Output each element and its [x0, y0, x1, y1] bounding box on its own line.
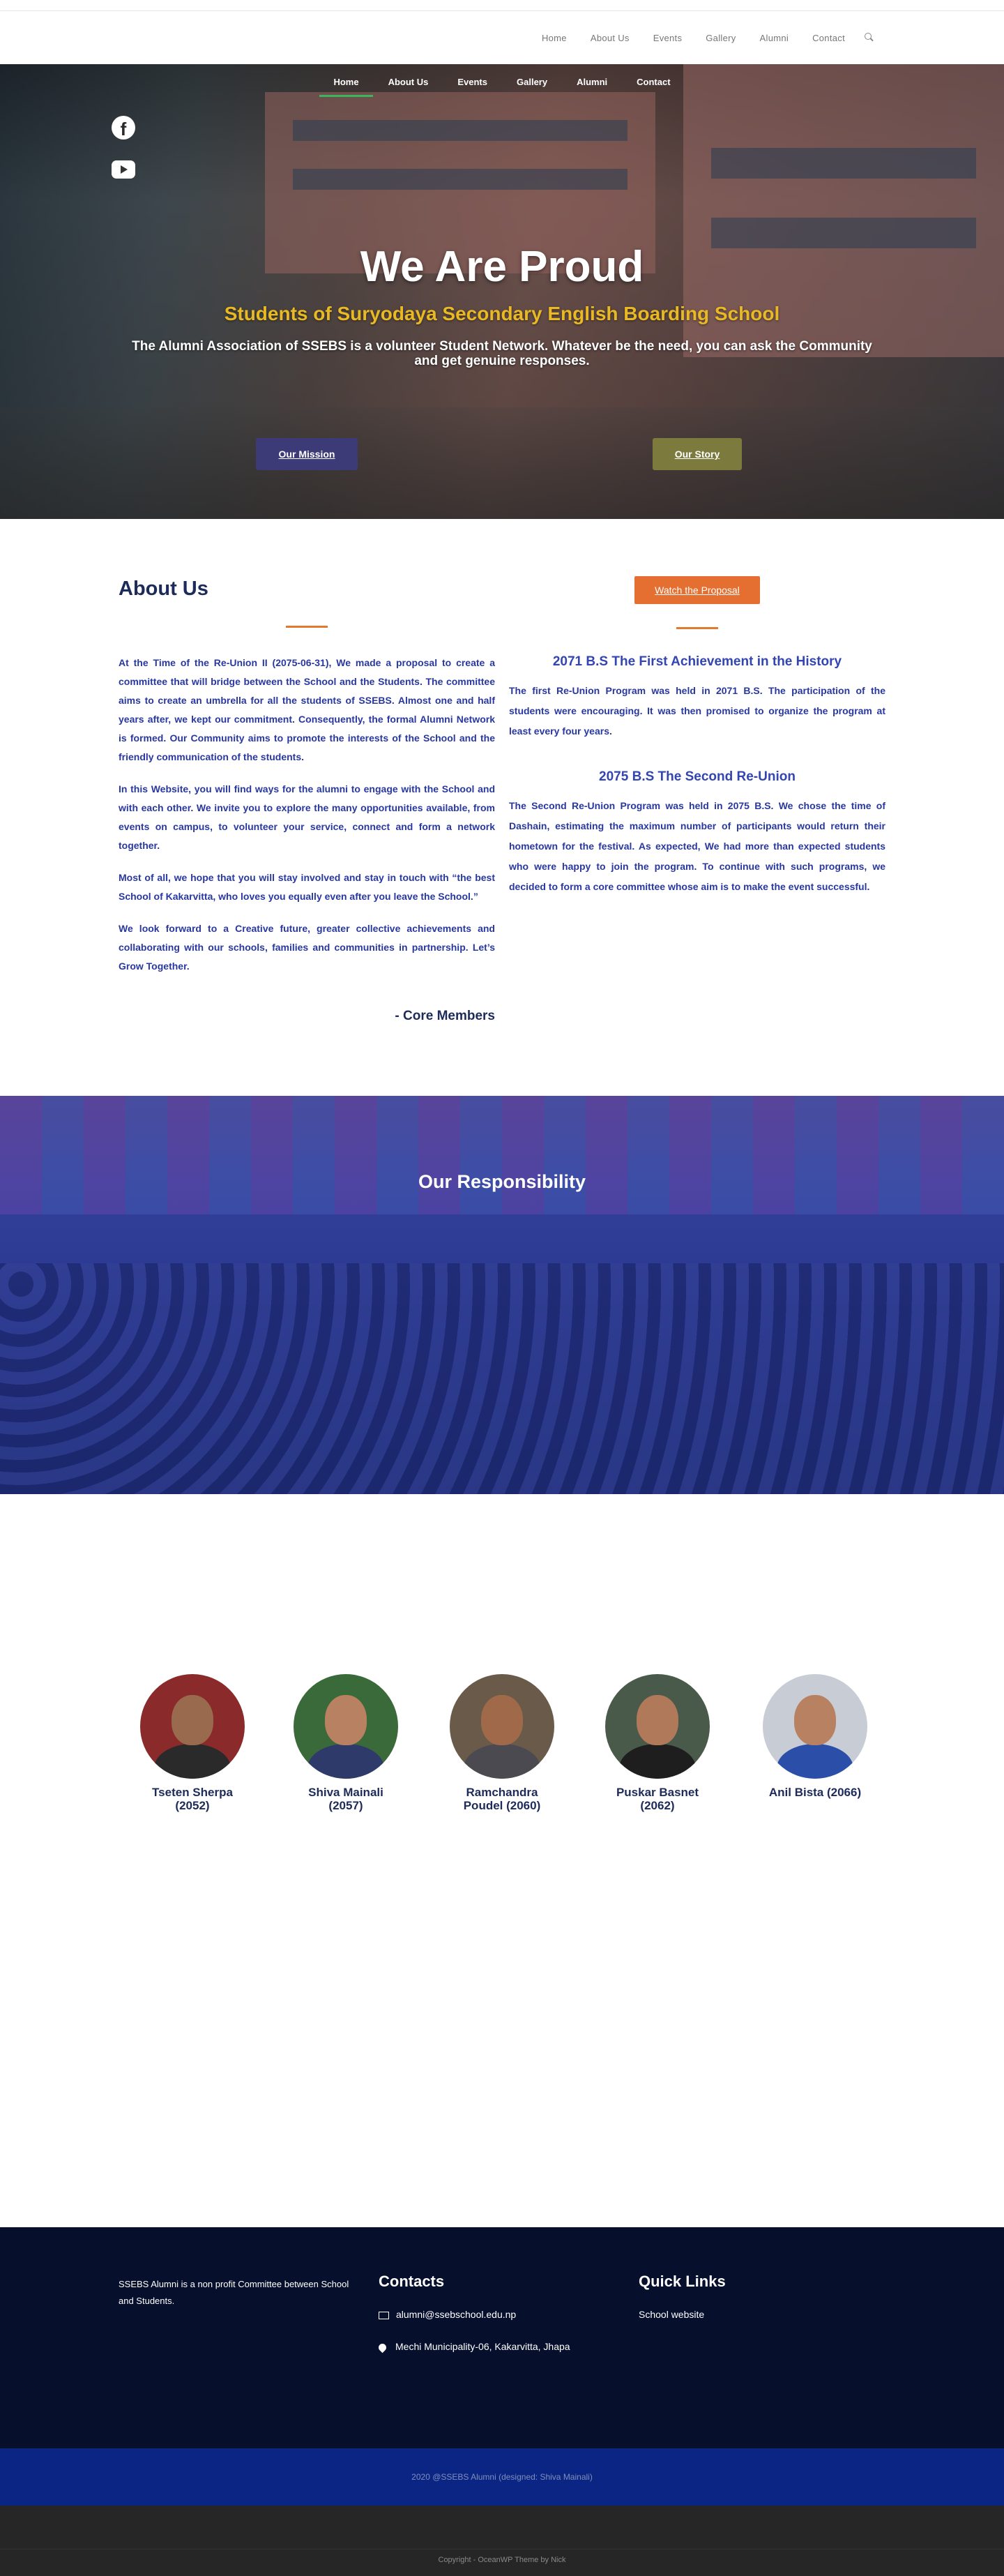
our-mission-button[interactable]: Our Mission [256, 438, 358, 470]
about-paragraph: Most of all, we hope that you will stay … [119, 872, 495, 902]
nav-home[interactable]: Home [542, 33, 567, 43]
history-column: 2071 B.S The First Achievement in the Hi… [509, 654, 885, 897]
team-member: Tseten Sherpa (2052) [137, 1674, 248, 1812]
member-name: Shiva Mainali (2057) [308, 1786, 383, 1812]
avatar-body [464, 1744, 540, 1779]
site-header: Home About Us Events Gallery Alumni Cont… [0, 11, 1004, 64]
search-icon[interactable] [865, 33, 874, 43]
hero-title: We Are Proud [360, 243, 644, 291]
about-text: At the Time of the Re-Union II (2075-06-… [119, 654, 495, 989]
avatar-face [481, 1695, 523, 1745]
avatar [294, 1674, 398, 1779]
footer-about: SSEBS Alumni is a non profit Committee b… [119, 2279, 349, 2306]
member-name: Puskar Basnet (2062) [616, 1786, 699, 1812]
building-window-row [711, 148, 976, 179]
avatar [450, 1674, 554, 1779]
bottom-bar: Copyright - OceanWP Theme by Nick [0, 2506, 1004, 2576]
top-strip [0, 0, 1004, 11]
about-paragraph: In this Website, you will find ways for … [119, 783, 495, 851]
responsibility-title: Our Responsibility [418, 1171, 586, 1192]
building-window-row [293, 120, 628, 141]
member-name: Anil Bista (2066) [768, 1786, 862, 1799]
nav-contact[interactable]: Contact [812, 33, 845, 43]
avatar-body [307, 1744, 384, 1779]
hero-nav-alumni[interactable]: Alumni [577, 77, 607, 97]
school-website-link[interactable]: School website [639, 2309, 704, 2320]
avatar-body [777, 1744, 853, 1779]
responsibility-section: Our Responsibility [0, 1096, 1004, 1494]
avatar-face [794, 1695, 836, 1745]
history-heading: 2075 B.S The Second Re-Union [599, 769, 796, 784]
avatar-body [619, 1744, 696, 1779]
avatar [140, 1674, 245, 1779]
about-paragraph: At the Time of the Re-Union II (2075-06-… [119, 657, 495, 762]
divider [286, 626, 328, 628]
hero-description: The Alumni Association of SSEBS is a vol… [132, 339, 872, 368]
team-member: Shiva Mainali (2057) [290, 1674, 402, 1812]
signature: - Core Members [395, 1009, 495, 1023]
nav-gallery[interactable]: Gallery [706, 33, 736, 43]
about-title: About Us [119, 578, 208, 600]
avatar [763, 1674, 867, 1779]
nav-events[interactable]: Events [653, 33, 683, 43]
history-text: The first Re-Union Program was held in 2… [509, 685, 885, 737]
site-footer: SSEBS Alumni is a non profit Committee b… [0, 2227, 1004, 2448]
member-name: Tseten Sherpa (2052) [152, 1786, 233, 1812]
history-heading: 2071 B.S The First Achievement in the Hi… [552, 654, 842, 669]
envelope-icon [379, 2311, 389, 2319]
hero-nav-home[interactable]: Home [319, 77, 373, 97]
hero-nav-contact[interactable]: Contact [637, 77, 670, 97]
footer-address: Mechi Municipality-06, Kakarvitta, Jhapa [376, 2341, 570, 2353]
blue-overlay [0, 1096, 1004, 1494]
avatar-face [637, 1695, 678, 1745]
hero-nav-gallery[interactable]: Gallery [517, 77, 547, 97]
avatar-body [154, 1744, 231, 1779]
avatar-face [325, 1695, 367, 1745]
about-paragraph: We look forward to a Creative future, gr… [119, 923, 495, 972]
main-nav: Home About Us Events Gallery Alumni Cont… [518, 11, 874, 64]
facebook-icon[interactable]: f [112, 116, 135, 140]
youtube-icon[interactable] [112, 160, 135, 179]
divider [676, 627, 718, 629]
hero-section: Home About Us Events Gallery Alumni Cont… [0, 64, 1004, 519]
team-member: Anil Bista (2066) [759, 1674, 871, 1799]
hero-nav-about-us[interactable]: About Us [388, 77, 429, 97]
hero-subtitle: Students of Suryodaya Secondary English … [224, 303, 780, 324]
school-ground [0, 407, 1004, 519]
team-member: Puskar Basnet (2062) [602, 1674, 713, 1812]
contacts-title: Contacts [379, 2273, 445, 2290]
hero-nav: Home About Us Events Gallery Alumni Cont… [0, 77, 1004, 97]
member-name: Ramchandra Poudel (2060) [463, 1786, 541, 1812]
our-story-button[interactable]: Our Story [653, 438, 742, 470]
copyright-bar: 2020 @SSEBS Alumni (designed: Shiva Main… [0, 2448, 1004, 2506]
nav-about-us[interactable]: About Us [591, 33, 630, 43]
nav-alumni[interactable]: Alumni [760, 33, 789, 43]
avatar [605, 1674, 710, 1779]
email-text: alumni@ssebschool.edu.np [396, 2309, 517, 2320]
building-window-row [293, 169, 628, 190]
watch-proposal-button[interactable]: Watch the Proposal [634, 576, 760, 604]
footer-email[interactable]: alumni@ssebschool.edu.np [379, 2309, 516, 2320]
history-text: The Second Re-Union Program was held in … [509, 800, 885, 892]
hero-nav-events[interactable]: Events [457, 77, 487, 97]
quick-links-title: Quick Links [639, 2273, 726, 2290]
theme-credit: Copyright - OceanWP Theme by Nick [438, 2556, 566, 2564]
avatar-face [172, 1695, 213, 1745]
team-member: Ramchandra Poudel (2060) [446, 1674, 558, 1812]
location-pin-icon [376, 2342, 388, 2353]
address-text: Mechi Municipality-06, Kakarvitta, Jhapa [395, 2341, 570, 2352]
